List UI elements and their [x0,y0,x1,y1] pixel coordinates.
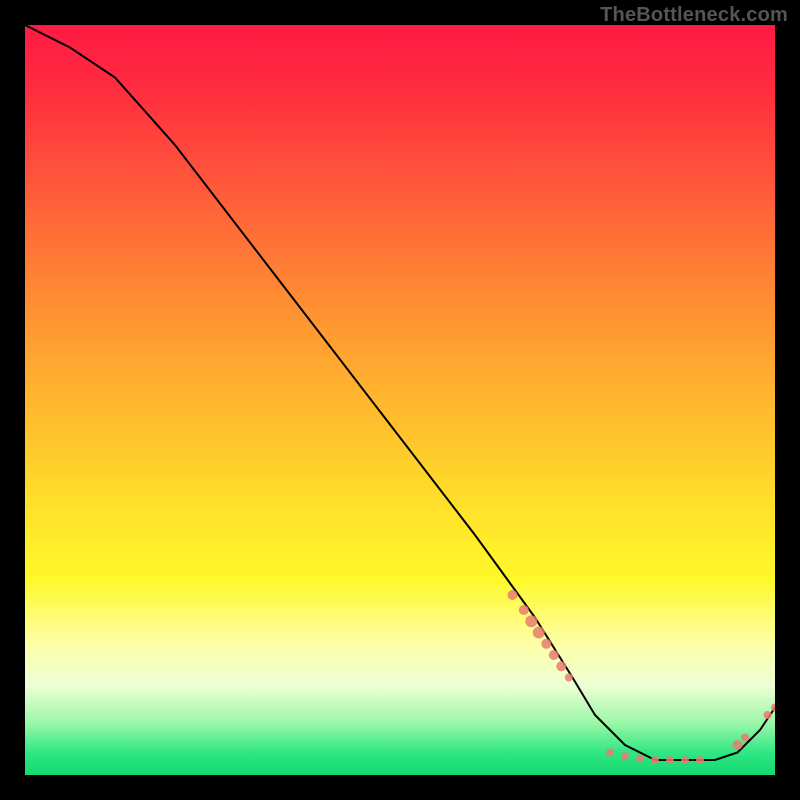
data-point [606,749,614,757]
watermark-text: TheBottleneck.com [600,4,788,27]
data-point [733,740,743,750]
data-point [541,639,551,649]
data-point [696,756,704,764]
data-point [651,756,659,764]
data-point [741,734,749,742]
data-point [621,752,629,760]
plot-area [25,25,775,775]
data-point [681,756,689,764]
data-point [533,627,545,639]
data-point [556,661,566,671]
data-point [519,605,529,615]
data-point [508,590,518,600]
bottleneck-curve [25,25,775,760]
curve-svg [25,25,775,775]
data-point [549,650,559,660]
data-point [771,704,775,712]
data-point [636,755,644,763]
data-point [666,756,674,764]
data-point [525,615,537,627]
data-point [764,711,772,719]
chart-frame: TheBottleneck.com [0,0,800,800]
data-point [565,674,573,682]
